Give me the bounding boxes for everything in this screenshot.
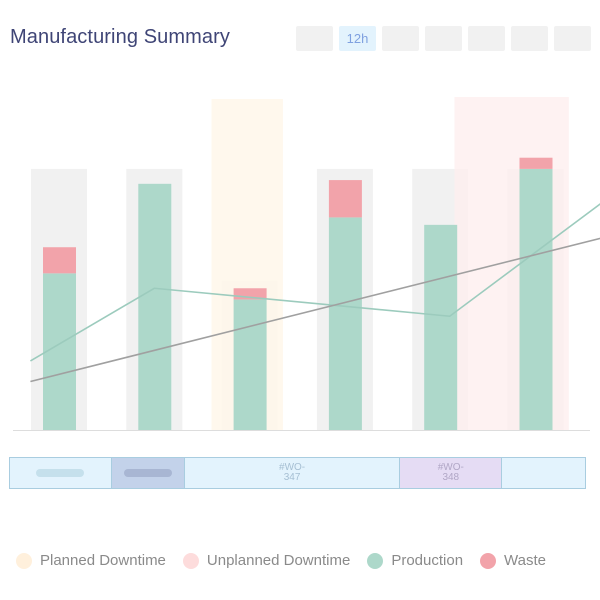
production-bar bbox=[233, 299, 267, 430]
waste-bar bbox=[328, 180, 362, 218]
legend-item-planned-downtime[interactable]: Planned Downtime bbox=[16, 552, 166, 569]
segment-placeholder-pill bbox=[123, 469, 172, 477]
work-order-timeline: #WO- 347 #WO- 348 bbox=[9, 457, 586, 489]
legend-label: Planned Downtime bbox=[40, 552, 166, 569]
legend-swatch-icon bbox=[182, 552, 199, 569]
waste-bar bbox=[519, 157, 553, 169]
timeline-segment[interactable] bbox=[502, 458, 585, 488]
legend-item-production[interactable]: Production bbox=[367, 552, 463, 569]
production-bar bbox=[138, 183, 172, 430]
work-order-segment[interactable]: #WO- 347 bbox=[184, 458, 401, 488]
legend-label: Unplanned Downtime bbox=[206, 552, 351, 569]
manufacturing-chart bbox=[13, 97, 600, 431]
production-bar bbox=[43, 273, 76, 430]
legend-swatch-icon bbox=[367, 552, 384, 569]
legend-swatch-icon bbox=[480, 552, 497, 569]
production-bar bbox=[328, 217, 362, 430]
segment-placeholder-pill bbox=[36, 469, 85, 477]
legend-swatch-icon bbox=[16, 552, 32, 569]
legend-item-unplanned-downtime[interactable]: Unplanned Downtime bbox=[182, 552, 351, 569]
work-order-segment[interactable]: #WO- 348 bbox=[400, 458, 503, 488]
production-bar bbox=[519, 168, 553, 430]
timeline-segment[interactable] bbox=[111, 458, 185, 488]
timeline-segment[interactable] bbox=[10, 458, 112, 488]
production-bar bbox=[424, 224, 458, 430]
work-order-label: #WO- 348 bbox=[437, 462, 464, 483]
legend-item-waste[interactable]: Waste bbox=[480, 552, 546, 569]
chart-legend: Planned Downtime Unplanned Downtime Produc… bbox=[16, 552, 563, 569]
work-order-label: #WO- 347 bbox=[279, 462, 306, 483]
legend-label: Production bbox=[391, 552, 464, 569]
waste-bar bbox=[43, 247, 76, 274]
legend-label: Waste bbox=[504, 552, 546, 569]
